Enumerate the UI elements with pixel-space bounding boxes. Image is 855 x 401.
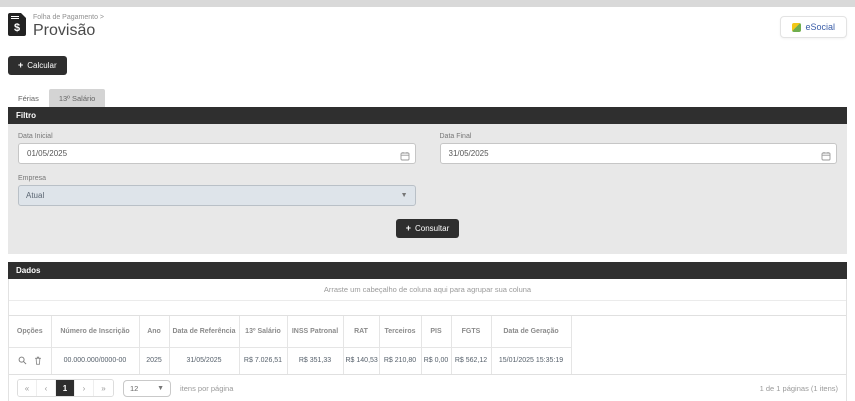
trash-icon[interactable] — [34, 356, 42, 365]
page-size-value: 12 — [130, 383, 139, 393]
cell-inss-patronal: R$ 351,33 — [286, 347, 343, 374]
cell-fgts: R$ 562,12 — [450, 347, 491, 374]
filtro-panel-header: Filtro — [8, 107, 847, 124]
tab-ferias[interactable]: Férias — [8, 89, 49, 107]
calendar-icon[interactable] — [400, 148, 410, 166]
plus-icon: + — [18, 60, 24, 70]
data-inicial-label: Data Inicial — [18, 133, 53, 140]
column-header-numero-inscricao[interactable]: Número de Inscrição — [50, 316, 139, 348]
cell-opcoes — [9, 347, 51, 374]
tab-bar: Férias 13º Salário — [8, 89, 847, 107]
cell-13-salario: R$ 7.026,51 — [238, 347, 287, 374]
esocial-button[interactable]: eSocial — [780, 16, 847, 38]
filtro-panel-body: Data Inicial Data Final — [8, 124, 847, 254]
column-header-data-geracao[interactable]: Data de Geração — [490, 316, 572, 348]
data-grid: Arraste um cabeçalho de coluna aqui para… — [8, 279, 847, 401]
cell-data-referencia: 31/05/2025 — [168, 347, 239, 374]
cell-rat: R$ 140,53 — [342, 347, 379, 374]
calendar-icon[interactable] — [821, 148, 831, 166]
pager-prev-button[interactable]: ‹ — [37, 380, 56, 396]
tab-13-salario[interactable]: 13º Salário — [48, 89, 106, 107]
dados-panel: Dados Arraste um cabeçalho de coluna aqu… — [8, 262, 847, 401]
search-icon[interactable] — [18, 356, 27, 365]
table-row: 00.000.000/0000-00 2025 31/05/2025 R$ 7.… — [9, 347, 572, 374]
data-inicial-field: Data Inicial — [18, 133, 416, 164]
data-final-field: Data Final — [439, 133, 837, 166]
table-header-row: Opções Número de Inscrição Ano Data de R… — [9, 316, 572, 348]
consultar-button[interactable]: + Consultar — [395, 219, 460, 238]
grid-spacer — [9, 301, 846, 315]
page-header: $ Folha de Pagamento > Provisão eSocial — [8, 13, 847, 40]
data-final-label: Data Final — [439, 133, 472, 140]
app-window: $ Folha de Pagamento > Provisão eSocial … — [0, 0, 855, 401]
data-inicial-input[interactable] — [18, 143, 416, 164]
pager-first-button[interactable]: « — [18, 380, 37, 396]
data-final-input[interactable] — [439, 143, 837, 164]
calcular-label: Calcular — [27, 61, 57, 70]
plus-icon: + — [405, 223, 411, 233]
cell-pis: R$ 0,00 — [420, 347, 451, 374]
top-strip — [0, 0, 855, 7]
group-panel: Arraste um cabeçalho de coluna aqui para… — [9, 279, 846, 301]
pager-page-1-button[interactable]: 1 — [56, 380, 75, 396]
filtro-panel: Filtro Data Inicial Data Final — [8, 107, 847, 254]
column-header-data-referencia[interactable]: Data de Referência — [168, 316, 239, 348]
provisao-table: Opções Número de Inscrição Ano Data de R… — [9, 316, 572, 374]
page-size-select[interactable]: 12 ▼ — [123, 379, 171, 397]
items-per-page-label: itens por página — [180, 383, 234, 393]
column-header-terceiros[interactable]: Terceiros — [378, 316, 421, 348]
chevron-down-icon: ▼ — [157, 384, 164, 392]
pager-summary: 1 de 1 páginas (1 itens) — [759, 383, 838, 393]
empresa-label: Empresa — [18, 175, 47, 182]
cell-terceiros: R$ 210,80 — [378, 347, 421, 374]
breadcrumb[interactable]: Folha de Pagamento > — [33, 14, 104, 21]
column-header-pis[interactable]: PIS — [420, 316, 451, 348]
column-header-inss-patronal[interactable]: INSS Patronal — [286, 316, 343, 348]
pager-last-button[interactable]: » — [94, 380, 113, 396]
column-header-13-salario[interactable]: 13º Salário — [238, 316, 287, 348]
esocial-label: eSocial — [805, 22, 835, 32]
column-header-rat[interactable]: RAT — [342, 316, 379, 348]
column-header-fgts[interactable]: FGTS — [450, 316, 491, 348]
empresa-selected-value: Atual — [26, 191, 45, 200]
column-header-ano[interactable]: Ano — [138, 316, 169, 348]
payroll-document-icon: $ — [8, 13, 26, 36]
cell-ano: 2025 — [138, 347, 169, 374]
calcular-button[interactable]: + Calcular — [8, 56, 67, 75]
pager-nav: « ‹ 1 › » — [17, 379, 114, 397]
consultar-label: Consultar — [415, 224, 450, 233]
empresa-field: Empresa Atual ▼ — [18, 175, 416, 206]
esocial-icon — [792, 22, 802, 32]
dados-panel-header: Dados — [8, 262, 847, 279]
chevron-down-icon: ▼ — [400, 192, 408, 199]
cell-numero-inscricao: 00.000.000/0000-00 — [50, 347, 139, 374]
pager-next-button[interactable]: › — [75, 380, 94, 396]
pager: « ‹ 1 › » 12 ▼ itens por página 1 de 1 p… — [9, 374, 846, 401]
cell-data-geracao: 15/01/2025 15:35:19 — [490, 347, 572, 374]
column-header-opcoes[interactable]: Opções — [9, 316, 51, 348]
empresa-select[interactable]: Atual ▼ — [18, 185, 416, 206]
page-title: Provisão — [33, 22, 96, 39]
